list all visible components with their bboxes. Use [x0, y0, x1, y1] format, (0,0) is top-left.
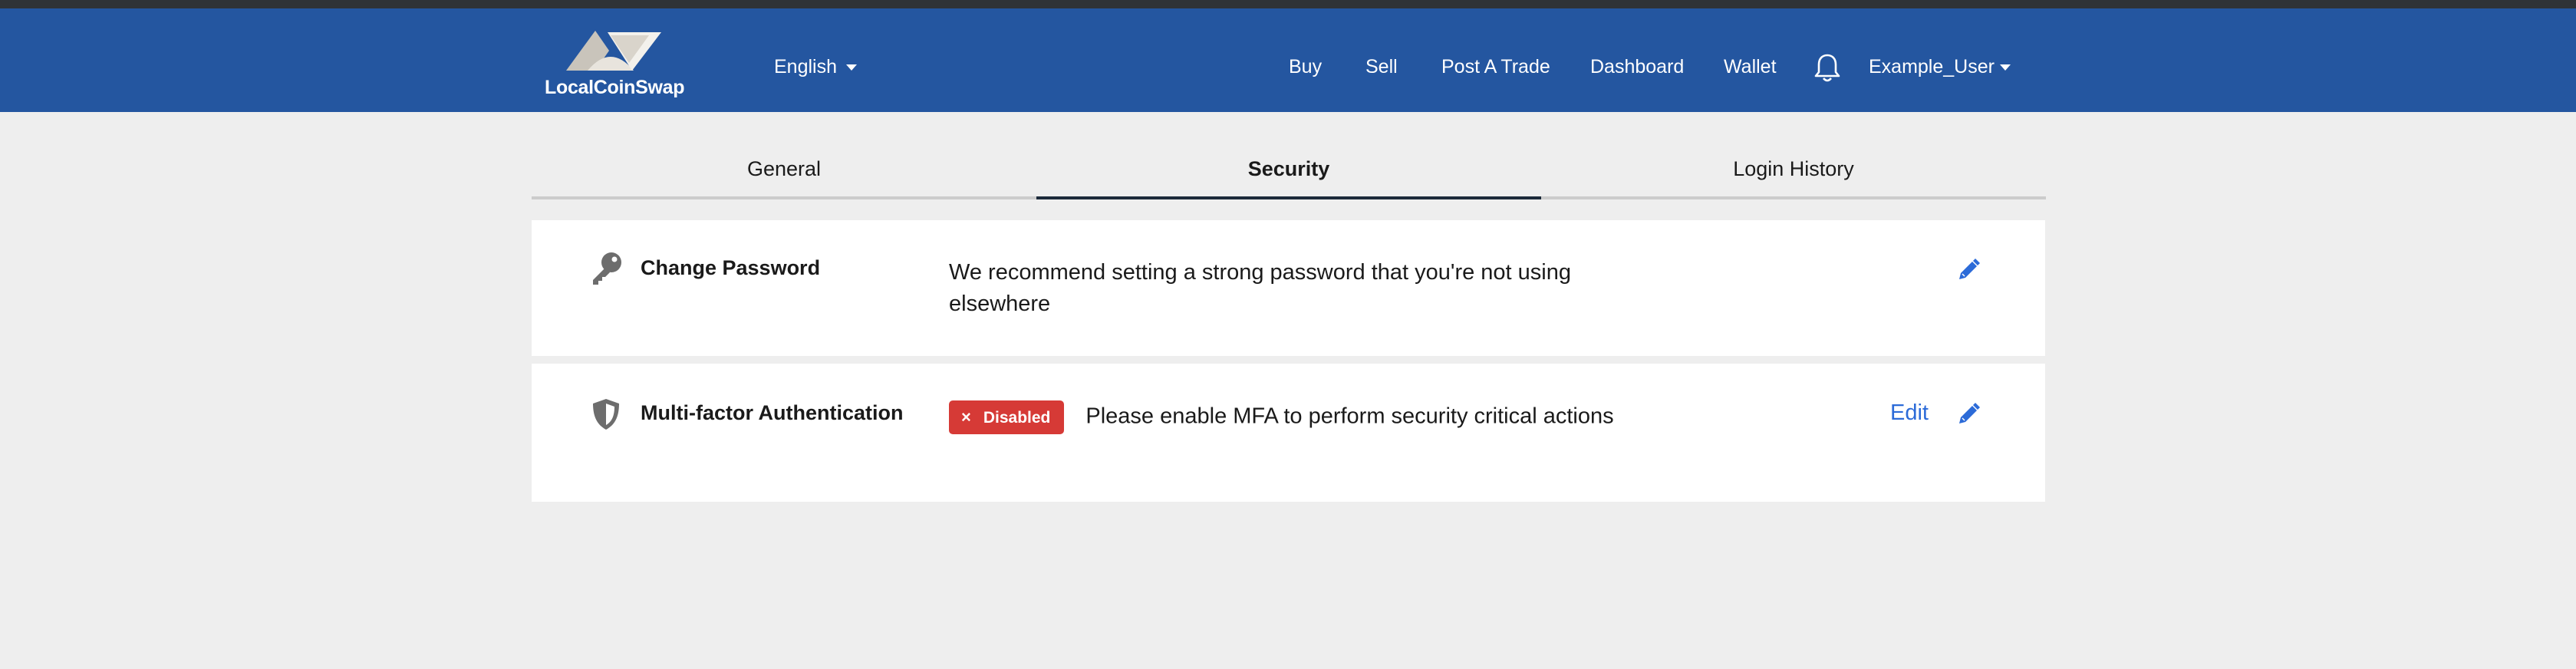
user-menu[interactable]: Example_User: [1869, 56, 1995, 78]
language-chevron-down-icon[interactable]: [846, 64, 857, 71]
nav-link-post-a-trade[interactable]: Post A Trade: [1441, 56, 1550, 78]
nav-link-wallet[interactable]: Wallet: [1724, 56, 1777, 78]
close-icon: ×: [961, 407, 971, 427]
mfa-edit-link[interactable]: Edit: [1890, 400, 1929, 426]
mfa-description: Please enable MFA to perform security cr…: [1085, 404, 1614, 429]
browser-top-strip: [0, 0, 2576, 8]
mfa-card: Multi-factor Authentication × Disabled Ple…: [532, 364, 2045, 502]
change-password-description: We recommend setting a strong password t…: [949, 260, 1571, 316]
bell-icon[interactable]: [1814, 52, 1840, 83]
logo-mark-icon: [566, 31, 661, 71]
key-icon: [593, 252, 621, 285]
mfa-description-block: × Disabled Please enable MFA to perform se…: [949, 400, 1639, 434]
tab-security[interactable]: Security: [1036, 138, 1541, 199]
shield-icon: [593, 399, 619, 430]
tab-login-history[interactable]: Login History: [1541, 138, 2046, 199]
mfa-status-label: Disabled: [983, 409, 1051, 427]
change-password-title: Change Password: [641, 256, 821, 279]
mfa-status-badge: × Disabled: [949, 400, 1065, 434]
settings-tabs: General Security Login History: [532, 138, 2046, 199]
language-selector[interactable]: English: [774, 56, 837, 78]
nav-link-buy[interactable]: Buy: [1289, 56, 1322, 78]
logo-text: LocalCoinSwap: [545, 77, 685, 98]
edit-mfa-pencil-icon[interactable]: [1956, 402, 1981, 427]
logo[interactable]: LocalCoinSwap: [540, 28, 686, 104]
mfa-title: Multi-factor Authentication: [641, 401, 904, 424]
user-chevron-down-icon[interactable]: [2000, 64, 2011, 71]
nav-link-sell[interactable]: Sell: [1365, 56, 1398, 78]
top-navbar: LocalCoinSwap English Buy Sell Post A Tr…: [0, 8, 2576, 112]
nav-link-dashboard[interactable]: Dashboard: [1590, 56, 1684, 78]
change-password-card: Change Password We recommend setting a s…: [532, 220, 2045, 356]
edit-password-pencil-icon[interactable]: [1956, 258, 1981, 282]
tab-general[interactable]: General: [532, 138, 1036, 199]
